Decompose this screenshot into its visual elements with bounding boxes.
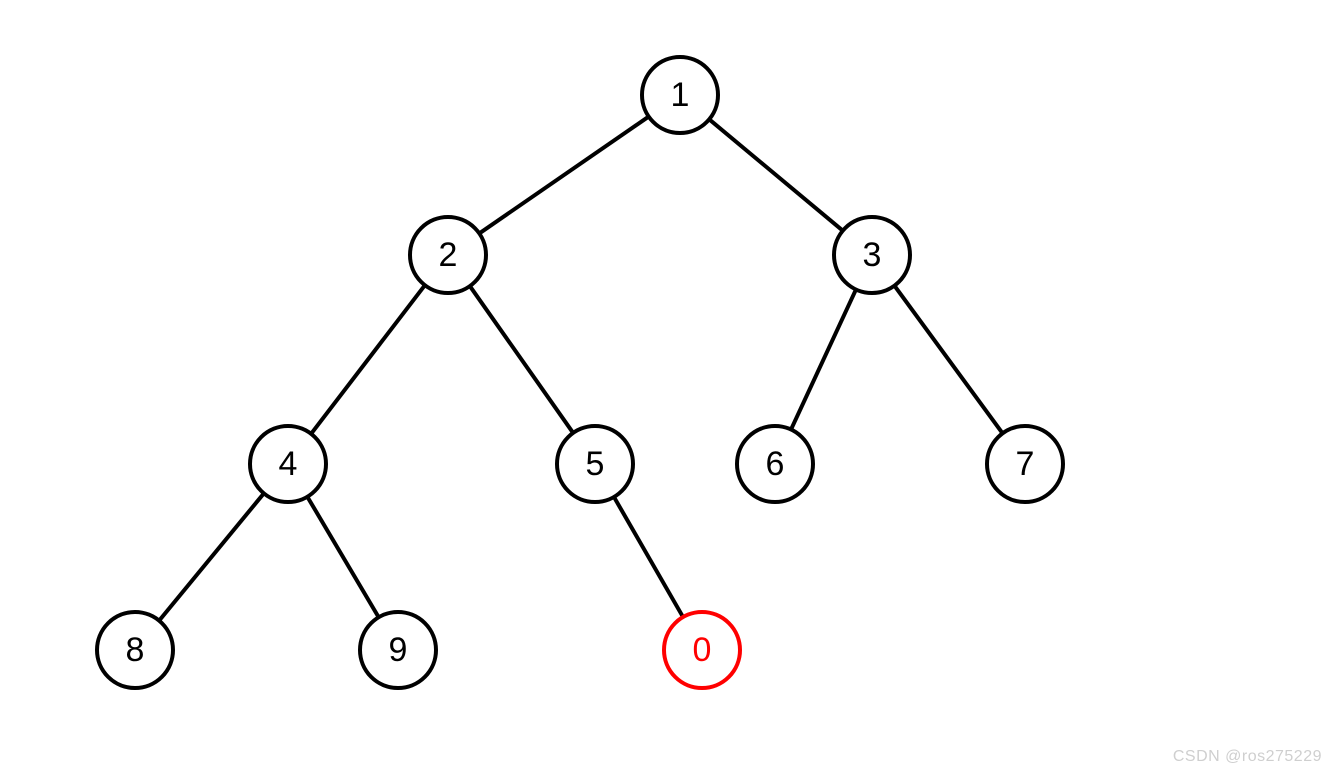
watermark: CSDN @ros275229: [1173, 748, 1322, 766]
tree-node: 3: [834, 217, 910, 293]
tree-node: 6: [737, 426, 813, 502]
tree-edge: [470, 286, 573, 433]
tree-node: 0: [664, 612, 740, 688]
tree-node: 8: [97, 612, 173, 688]
tree-node-label: 5: [586, 445, 605, 483]
tree-node: 9: [360, 612, 436, 688]
tree-edge: [614, 497, 683, 617]
tree-node-label: 0: [693, 631, 712, 669]
tree-node-label: 6: [766, 445, 785, 483]
tree-edge: [479, 117, 648, 234]
tree-edge: [709, 119, 843, 230]
tree-node: 5: [557, 426, 633, 502]
tree-node-label: 4: [279, 445, 298, 483]
tree-edge: [894, 286, 1002, 434]
tree-node-label: 1: [671, 76, 690, 114]
tree-node-label: 2: [439, 236, 458, 274]
tree-edge: [791, 289, 856, 429]
tree-node: 2: [410, 217, 486, 293]
tree-edge: [311, 285, 425, 434]
binary-tree-diagram: 1 2 3 4 5 6 7 8 9 0: [0, 0, 1334, 774]
tree-node: 1: [642, 57, 718, 133]
tree-edge: [159, 493, 264, 620]
tree-node-label: 8: [126, 631, 145, 669]
tree-node: 4: [250, 426, 326, 502]
tree-node-label: 7: [1016, 445, 1035, 483]
tree-node-label: 9: [389, 631, 408, 669]
tree-edge: [307, 497, 378, 618]
tree-node-label: 3: [863, 236, 882, 274]
tree-node: 7: [987, 426, 1063, 502]
